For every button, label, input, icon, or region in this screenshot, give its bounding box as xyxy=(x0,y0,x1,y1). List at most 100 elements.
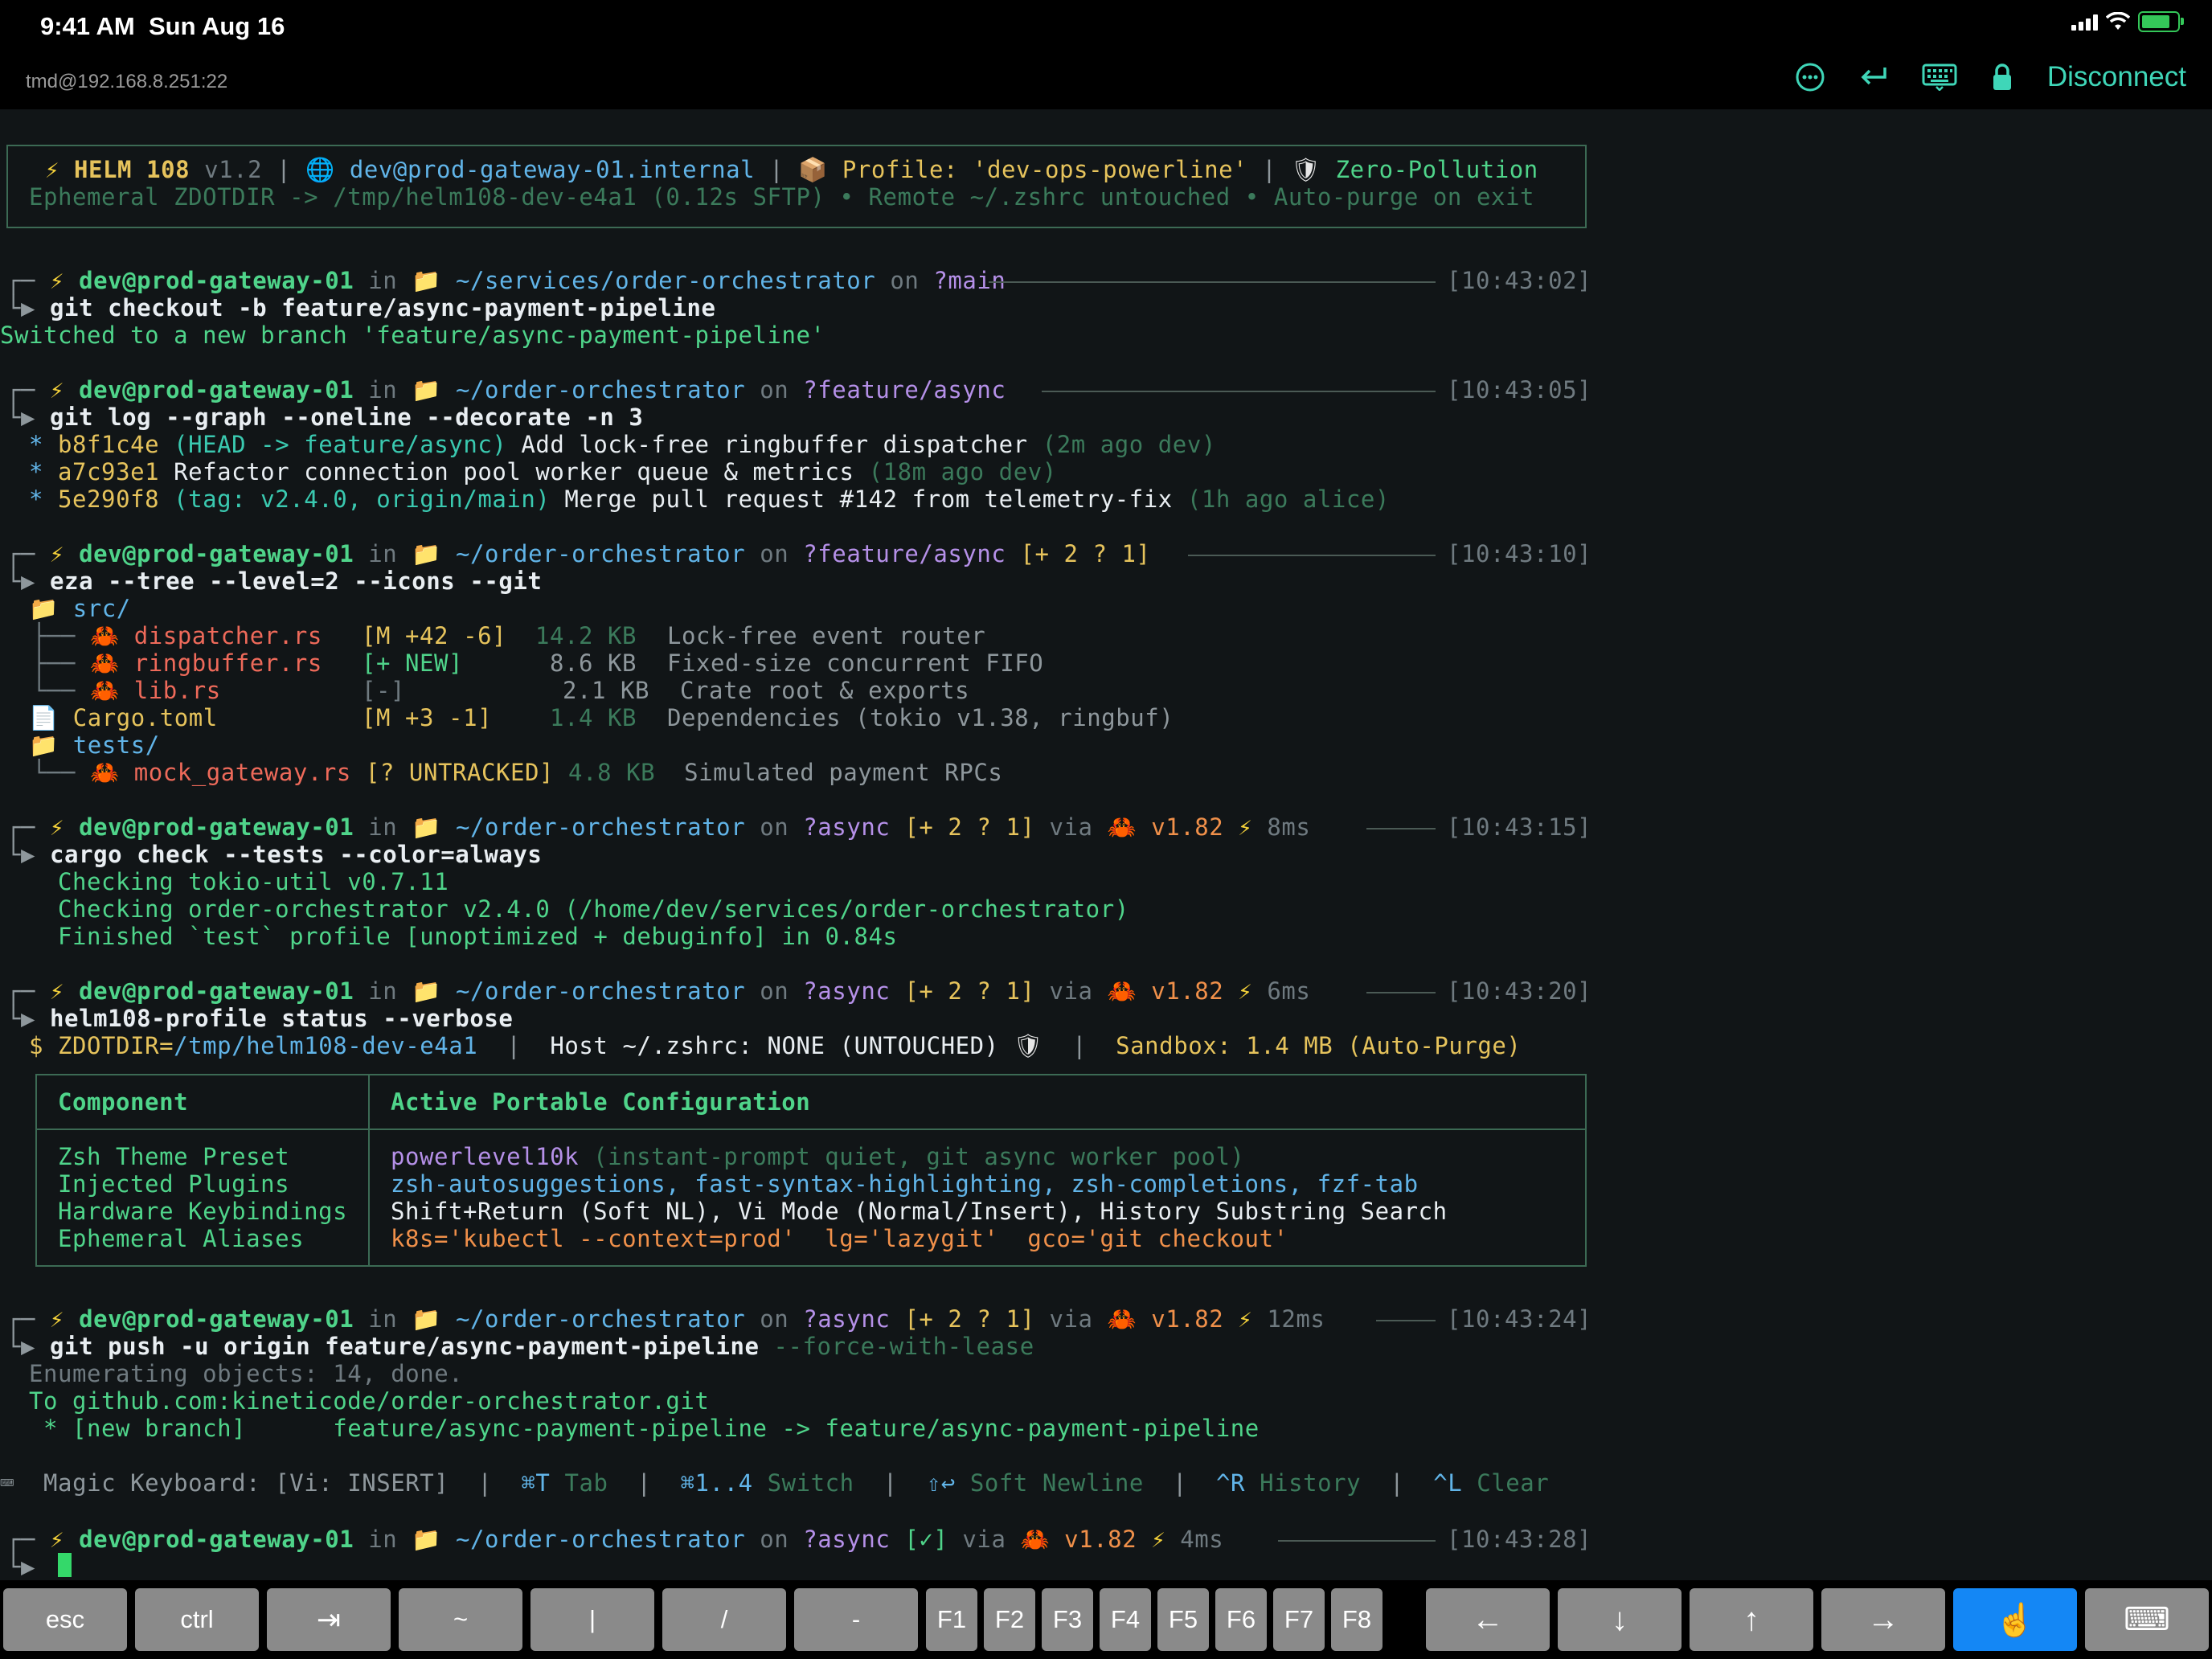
table-cell: Shift+Return (Soft NL), Vi Mode (Normal/… xyxy=(391,1198,1448,1225)
keyboard-toggle-key[interactable]: ⌨ xyxy=(2085,1588,2209,1651)
package-icon: 📦 xyxy=(798,156,828,183)
git-branch-icon: ? xyxy=(803,376,818,403)
push-output-line: Enumerating objects: 14, done. xyxy=(29,1360,464,1387)
prompt-timestamp: [10:43:15] xyxy=(1447,813,1592,841)
banner-line-1: ⚡ HELM 108 v1.2 | 🌐 dev@prod-gateway-01.… xyxy=(45,156,1538,183)
f2-key[interactable]: F2 xyxy=(984,1588,1035,1651)
arrow-left-key[interactable]: ← xyxy=(1426,1588,1550,1651)
ctrl-key[interactable]: ctrl xyxy=(135,1588,259,1651)
return-icon[interactable] xyxy=(1859,64,1888,90)
folder-icon: 📁 xyxy=(29,731,59,759)
f5-key[interactable]: F5 xyxy=(1157,1588,1209,1651)
arrow-up-key[interactable]: ↑ xyxy=(1690,1588,1813,1651)
keyboard-icon[interactable] xyxy=(1922,63,1957,91)
f8-key[interactable]: F8 xyxy=(1331,1588,1382,1651)
bolt-icon: ⚡ xyxy=(1151,1526,1166,1553)
lock-icon[interactable] xyxy=(1991,63,2013,92)
arrow-right-key[interactable]: → xyxy=(1821,1588,1945,1651)
tree-file-row: 📄 Cargo.toml xyxy=(29,704,218,731)
rust-crab-icon: 🦀 xyxy=(1020,1526,1051,1553)
table-cell: k8s='kubectl --context=prod' lg='lazygit… xyxy=(391,1225,1288,1252)
command-line: └▶ git log --graph --oneline --decorate … xyxy=(6,403,644,431)
tab-key[interactable]: ⇥ xyxy=(267,1588,391,1651)
f3-key[interactable]: F3 xyxy=(1042,1588,1093,1651)
cellular-signal-icon xyxy=(2071,13,2098,31)
prompt-timestamp: [10:43:02] xyxy=(1447,267,1592,294)
git-log-row: * b8f1c4e (HEAD -> feature/async) Add lo… xyxy=(29,431,1216,458)
disconnect-button[interactable]: Disconnect xyxy=(2047,61,2186,93)
rust-crab-icon: 🦀 xyxy=(1107,1305,1137,1333)
cargo-output-line: Finished `test` profile [unoptimized + d… xyxy=(58,923,898,950)
git-branch-icon: ? xyxy=(803,540,818,567)
tilde-key[interactable]: ~ xyxy=(399,1588,522,1651)
cargo-output-line: Checking order-orchestrator v2.4.0 (/hom… xyxy=(58,895,1129,923)
bolt-icon: ⚡ xyxy=(50,267,65,294)
wifi-icon xyxy=(2106,12,2130,30)
accessory-key-bar: esc ctrl ⇥ ~ | / - F1 F2 F3 F4 F5 F6 F7 … xyxy=(0,1580,2212,1659)
rust-crab-icon: 🦀 xyxy=(90,677,120,704)
arrow-down-key[interactable]: ↓ xyxy=(1558,1588,1682,1651)
keyboard-icon: ⌨ xyxy=(0,1469,15,1497)
keyboard-hint-bar: ⌨ Magic Keyboard: [Vi: INSERT] | ⌘T Tab … xyxy=(0,1469,1550,1497)
bolt-icon: ⚡ xyxy=(1238,813,1253,841)
folder-icon: 📁 xyxy=(412,267,441,294)
bolt-icon: ⚡ xyxy=(50,376,65,403)
folder-icon: 📁 xyxy=(29,595,59,622)
rust-crab-icon: 🦀 xyxy=(90,622,120,649)
tree-file-row: └── 🦀 mock_gateway.rs [? UNTRACKED] 4.8 … xyxy=(32,759,1003,786)
f4-key[interactable]: F4 xyxy=(1100,1588,1151,1651)
prompt-line: ┌─ ⚡ dev@prod-gateway-01 in 📁 ~/services… xyxy=(6,267,1006,294)
battery-charging-icon xyxy=(2138,11,2184,32)
folder-icon: 📁 xyxy=(412,1305,441,1333)
f6-key[interactable]: F6 xyxy=(1215,1588,1267,1651)
table-header: Component xyxy=(58,1088,189,1116)
bolt-icon: ⚡ xyxy=(1238,977,1253,1005)
pipe-key[interactable]: | xyxy=(530,1588,654,1651)
command-line: └▶ git push -u origin feature/async-paym… xyxy=(6,1333,1034,1360)
rust-crab-icon: 🦀 xyxy=(1107,977,1137,1005)
table-cell: Hardware Keybindings xyxy=(58,1198,348,1225)
push-output-line: To github.com:kineticode/order-orchestra… xyxy=(29,1387,710,1415)
rust-crab-icon: 🦀 xyxy=(1107,813,1137,841)
table-cell: Zsh Theme Preset xyxy=(58,1143,290,1170)
prompt-line: ┌─ ⚡ dev@prod-gateway-01 in 📁 ~/order-or… xyxy=(6,813,1311,841)
esc-key[interactable]: esc xyxy=(3,1588,127,1651)
cargo-output-line: Checking tokio-util v0.7.11 xyxy=(58,868,449,895)
text-cursor[interactable] xyxy=(58,1553,72,1577)
tree-file-row: ├── 🦀 ringbuffer.rs xyxy=(32,649,322,677)
git-branch-icon: ? xyxy=(803,1305,818,1333)
folder-icon: 📁 xyxy=(412,540,441,567)
table-cell: Injected Plugins xyxy=(58,1170,290,1198)
terminal-output[interactable]: ⚡ HELM 108 v1.2 | 🌐 dev@prod-gateway-01.… xyxy=(0,109,2212,1580)
globe-icon: 🌐 xyxy=(305,156,335,183)
command-line: └▶ cargo check --tests --color=always xyxy=(6,841,543,868)
table-cell: Ephemeral Aliases xyxy=(58,1225,305,1252)
slash-key[interactable]: / xyxy=(662,1588,786,1651)
git-branch-icon: ? xyxy=(803,977,818,1005)
more-icon[interactable] xyxy=(1795,62,1825,92)
status-time: 9:41 AM Sun Aug 16 xyxy=(40,12,285,40)
table-cell: powerlevel10k (instant-prompt quiet, git… xyxy=(391,1143,1245,1170)
bolt-icon: ⚡ xyxy=(50,813,65,841)
bolt-icon: ⚡ xyxy=(50,1305,65,1333)
shield-icon: 🛡 xyxy=(1013,1032,1044,1059)
dash-key[interactable]: - xyxy=(794,1588,918,1651)
git-log-row: * 5e290f8 (tag: v2.4.0, origin/main) Mer… xyxy=(29,485,1390,513)
f7-key[interactable]: F7 xyxy=(1273,1588,1325,1651)
touch-mode-key[interactable]: ☝ xyxy=(1953,1588,2077,1651)
prompt-line: ┌─ ⚡ dev@prod-gateway-01 in 📁 ~/order-or… xyxy=(6,977,1311,1005)
command-output: Switched to a new branch 'feature/async-… xyxy=(0,322,825,349)
git-branch-icon: ? xyxy=(803,1526,818,1553)
push-output-line: * [new branch] feature/async-payment-pip… xyxy=(29,1415,1260,1442)
bolt-icon: ⚡ xyxy=(50,1526,65,1553)
status-bar: 9:41 AM Sun Aug 16 xyxy=(0,0,2212,53)
status-icons xyxy=(2071,11,2184,32)
shield-icon: 🛡 xyxy=(1291,156,1321,183)
prompt-line: ┌─ ⚡ dev@prod-gateway-01 in 📁 ~/order-or… xyxy=(6,1526,1224,1553)
prompt-timestamp: [10:43:24] xyxy=(1447,1305,1592,1333)
prompt-line: ┌─ ⚡ dev@prod-gateway-01 in 📁 ~/order-or… xyxy=(6,540,1151,567)
git-branch-icon: ? xyxy=(803,813,818,841)
f1-key[interactable]: F1 xyxy=(926,1588,977,1651)
tree-file-row: └── 🦀 lib.rs xyxy=(32,677,221,704)
prompt-timestamp: [10:43:05] xyxy=(1447,376,1592,403)
